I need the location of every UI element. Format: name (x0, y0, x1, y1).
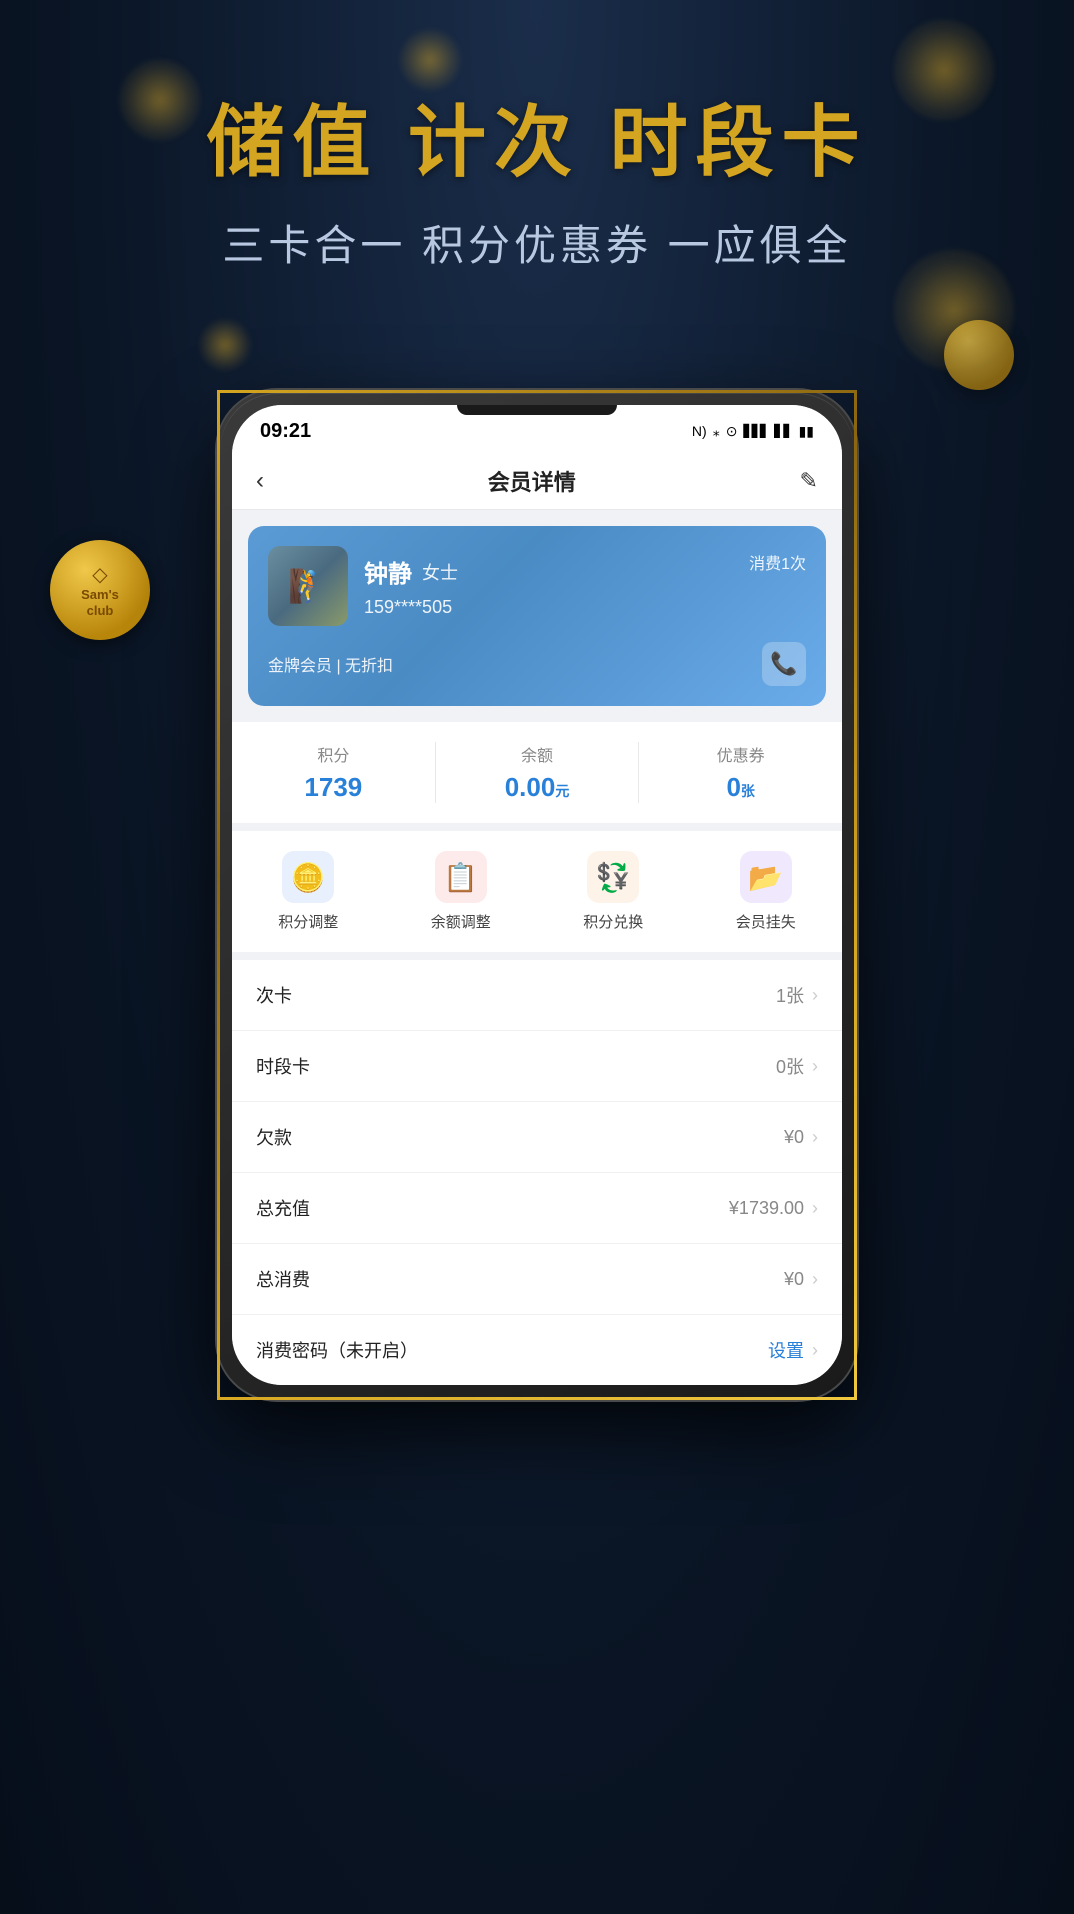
member-name: 钟静 (364, 554, 412, 589)
chevron-recharge: › (812, 1198, 818, 1219)
list-item-debt[interactable]: 欠款 ¥0 › (232, 1102, 842, 1173)
bokeh-5 (200, 320, 250, 370)
chevron-consume: › (812, 1269, 818, 1290)
action-balance-label: 余额调整 (431, 911, 491, 932)
list-item-consume-value: ¥0 (784, 1269, 804, 1290)
coupon-value: 0张 (639, 772, 842, 803)
member-bottom: 金牌会员 | 无折扣 📞 (268, 642, 806, 686)
balance-value: 0.00元 (436, 772, 639, 803)
phone-frame: 09:21 N) ⁎ ⊙ ▋▋▋ ▋▋ ▮▮ ‹ 会员详情 ✎ (217, 390, 857, 1400)
list-item-recharge-value: ¥1739.00 (729, 1198, 804, 1219)
list-item-recharge-label: 总充值 (256, 1195, 310, 1221)
list-item-timecard[interactable]: 时段卡 0张 › (232, 1031, 842, 1102)
list-item-cika-value: 1张 (776, 982, 804, 1008)
coin-text: Sam'sclub (81, 587, 119, 618)
action-balance-adjust[interactable]: 📋 余额调整 (385, 851, 538, 932)
member-phone: 159****505 (364, 597, 806, 618)
list-item-total-recharge[interactable]: 总充值 ¥1739.00 › (232, 1173, 842, 1244)
chevron-cika: › (812, 985, 818, 1006)
nav-bar: ‹ 会员详情 ✎ (232, 453, 842, 510)
coupon-label: 优惠券 (639, 742, 842, 766)
status-icons: N) ⁎ ⊙ ▋▋▋ ▋▋ ▮▮ (692, 423, 814, 440)
member-info: 钟静 女士 159****505 (364, 554, 806, 618)
back-button[interactable]: ‹ (256, 467, 264, 495)
points-adjust-icon: 🪙 (282, 851, 334, 903)
list-item-cika-label: 次卡 (256, 982, 292, 1008)
member-top: 🧗 钟静 女士 159****505 (268, 546, 806, 626)
list-item-debt-value: ¥0 (784, 1127, 804, 1148)
balance-adjust-icon: 📋 (435, 851, 487, 903)
phone-wrapper: 09:21 N) ⁎ ⊙ ▋▋▋ ▋▋ ▮▮ ‹ 会员详情 ✎ (217, 390, 857, 1400)
action-points-exchange[interactable]: 💱 积分兑换 (537, 851, 690, 932)
list-item-password[interactable]: 消费密码（未开启） 设置 › (232, 1315, 842, 1385)
stat-points: 积分 1739 (232, 742, 436, 803)
list-section: 次卡 1张 › 时段卡 0张 › 欠款 ¥0 (232, 960, 842, 1385)
list-item-timecard-value: 0张 (776, 1053, 804, 1079)
stats-row: 积分 1739 余额 0.00元 优惠券 0张 (232, 722, 842, 831)
member-card: 🧗 钟静 女士 159****505 消费1次 金牌会员 | 无折扣 📞 (248, 526, 826, 706)
consume-count: 消费1次 (749, 550, 806, 574)
phone-inner: 09:21 N) ⁎ ⊙ ▋▋▋ ▋▋ ▮▮ ‹ 会员详情 ✎ (232, 405, 842, 1385)
member-gender: 女士 (422, 559, 458, 585)
notch (457, 405, 617, 415)
list-item-timecard-label: 时段卡 (256, 1053, 310, 1079)
action-member-suspend[interactable]: 📂 会员挂失 (690, 851, 843, 932)
list-item-cika[interactable]: 次卡 1张 › (232, 960, 842, 1031)
coin-icon: ◇ (92, 562, 107, 587)
action-exchange-label: 积分兑换 (583, 911, 643, 932)
member-level: 金牌会员 | 无折扣 (268, 652, 393, 676)
chevron-password: › (812, 1340, 818, 1361)
action-points-label: 积分调整 (278, 911, 338, 932)
action-row: 🪙 积分调整 📋 余额调整 💱 积分兑换 📂 会员挂失 (232, 831, 842, 960)
edit-button[interactable]: ✎ (800, 468, 818, 494)
points-value: 1739 (232, 772, 435, 803)
stat-coupon: 优惠券 0张 (639, 742, 842, 803)
call-button[interactable]: 📞 (762, 642, 806, 686)
list-item-password-value[interactable]: 设置 (768, 1337, 804, 1363)
avatar: 🧗 (268, 546, 348, 626)
hero-subtitle: 三卡合一 积分优惠券 一应俱全 (0, 212, 1074, 273)
list-item-password-label: 消费密码（未开启） (256, 1337, 418, 1363)
list-item-debt-label: 欠款 (256, 1124, 292, 1150)
chevron-debt: › (812, 1127, 818, 1148)
chevron-timecard: › (812, 1056, 818, 1077)
right-coin (944, 320, 1014, 390)
list-item-total-consume[interactable]: 总消费 ¥0 › (232, 1244, 842, 1315)
stat-balance: 余额 0.00元 (436, 742, 640, 803)
hero-title: 储值 计次 时段卡 (0, 80, 1074, 192)
status-time: 09:21 (260, 420, 311, 443)
points-exchange-icon: 💱 (587, 851, 639, 903)
member-suspend-icon: 📂 (740, 851, 792, 903)
balance-label: 余额 (436, 742, 639, 766)
hero-section: 储值 计次 时段卡 三卡合一 积分优惠券 一应俱全 (0, 80, 1074, 273)
points-label: 积分 (232, 742, 435, 766)
list-item-consume-label: 总消费 (256, 1266, 310, 1292)
action-points-adjust[interactable]: 🪙 积分调整 (232, 851, 385, 932)
action-suspend-label: 会员挂失 (736, 911, 796, 932)
sams-coin: ◇ Sam'sclub (50, 540, 150, 640)
page-title: 会员详情 (488, 465, 576, 497)
